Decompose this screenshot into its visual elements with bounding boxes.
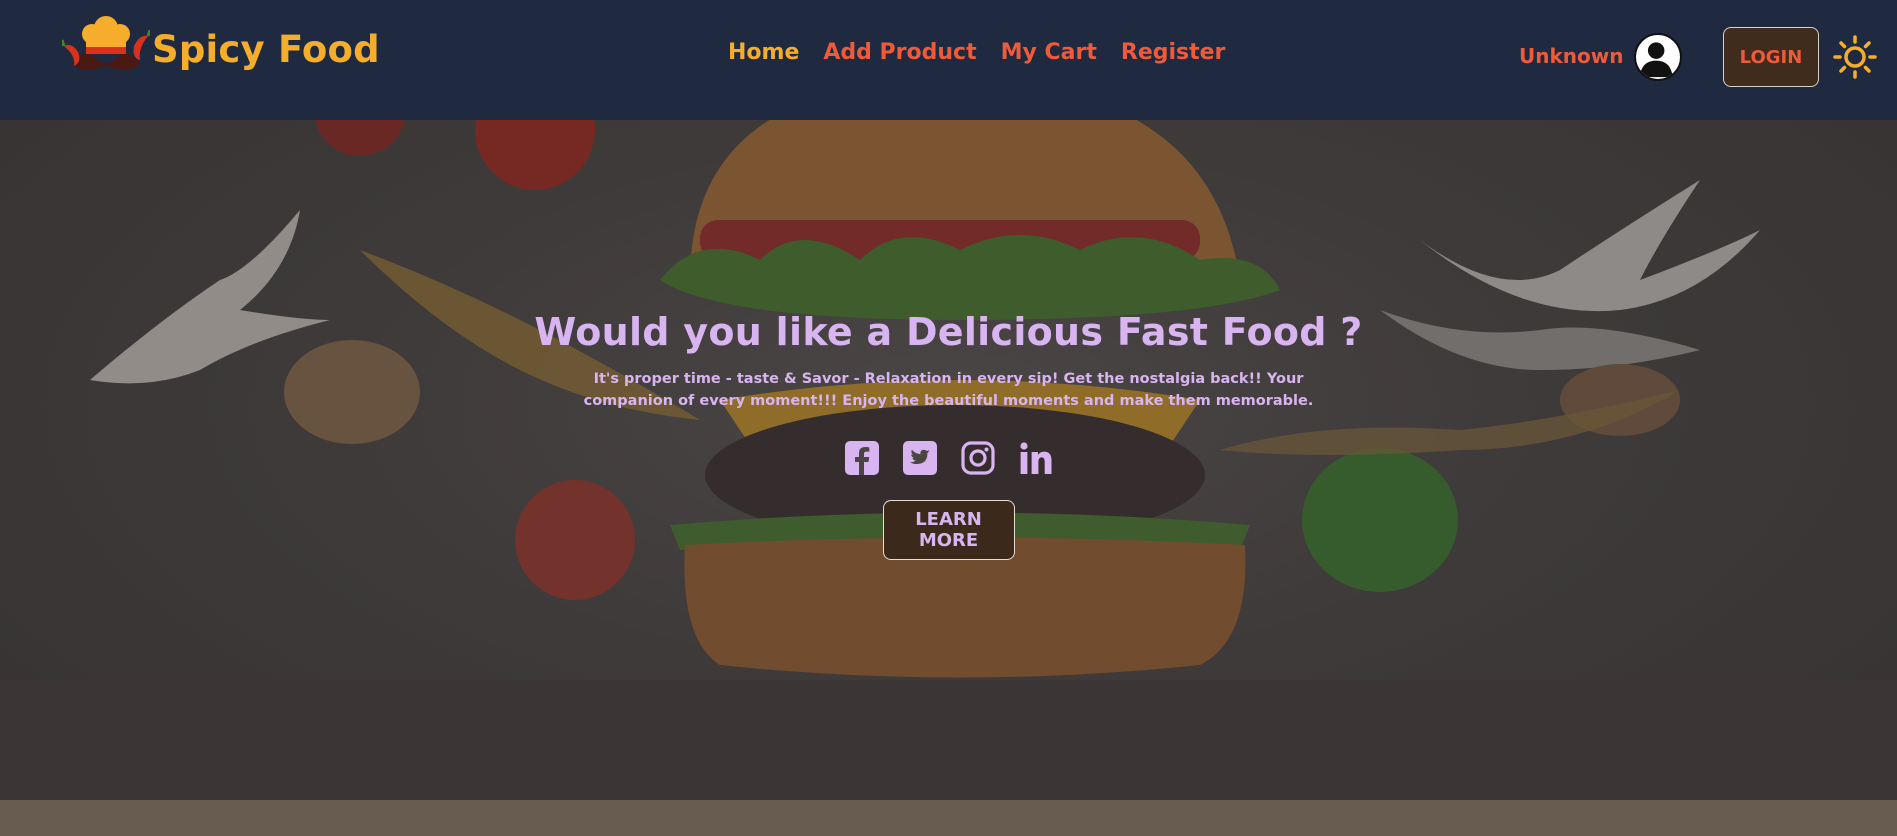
user-name: Unknown: [1519, 44, 1624, 68]
chef-hat-logo-icon: [62, 16, 150, 71]
hero-subtitle: It's proper time - taste & Savor - Relax…: [583, 371, 1314, 409]
learn-more-button[interactable]: LEARN MORE: [882, 500, 1015, 560]
nav-register[interactable]: Register: [1121, 40, 1226, 65]
linkedin-icon[interactable]: [1018, 440, 1054, 476]
login-button[interactable]: LOGIN: [1723, 27, 1819, 87]
sun-icon[interactable]: [1833, 35, 1877, 79]
nav-add-product[interactable]: Add Product: [823, 40, 976, 65]
nav-home[interactable]: Home: [728, 40, 799, 65]
twitter-icon[interactable]: [902, 440, 938, 476]
brand-name: Spicy Food: [152, 27, 380, 71]
hero-content: Would you like a Delicious Fast Food ? I…: [0, 310, 1897, 560]
navbar: Spicy Food Home Add Product My Cart Regi…: [0, 0, 1897, 120]
facebook-icon[interactable]: [844, 440, 880, 476]
social-links: [0, 440, 1897, 476]
avatar[interactable]: [1634, 33, 1682, 81]
hero: Would you like a Delicious Fast Food ? I…: [0, 120, 1897, 836]
main-nav: Home Add Product My Cart Register: [728, 40, 1225, 65]
instagram-icon[interactable]: [960, 440, 996, 476]
nav-my-cart[interactable]: My Cart: [1001, 40, 1097, 65]
user-silhouette-icon: [1639, 42, 1673, 78]
hero-title: Would you like a Delicious Fast Food ?: [534, 310, 1363, 354]
brand[interactable]: Spicy Food: [62, 14, 380, 84]
